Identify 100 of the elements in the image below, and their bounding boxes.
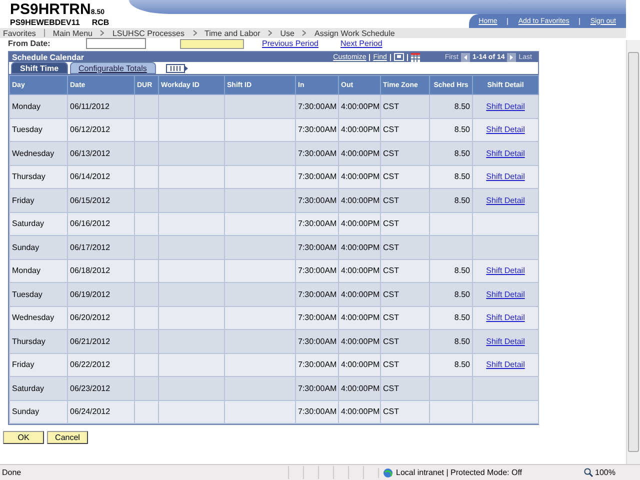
next-icon[interactable] [506,52,516,62]
table-cell: Tuesday [10,282,68,306]
form-button[interactable]: Cancel [47,431,88,444]
breadcrumb-item[interactable]: Main Menu [52,28,92,38]
table-cell: 7:30:00AM [296,118,338,142]
table-cell: 7:30:00AM [296,306,338,330]
table-cell: Thursday [10,330,68,353]
table-cell: CST [380,282,430,306]
table-cell: Sunday [10,236,68,259]
table-cell: CST [380,142,430,165]
magnifier-icon[interactable] [584,468,593,477]
previous-period-link[interactable]: Previous Period [262,39,318,48]
table-cell: Friday [10,353,68,376]
show-all-columns-icon[interactable] [166,64,188,73]
field-label: From Date: [8,39,52,48]
table-cell: CST [380,353,430,376]
table-cell: CST [380,259,430,282]
table-cell: Tuesday [10,118,68,142]
table-cell: 8.50 [430,142,472,165]
table-cell: CST [380,376,430,400]
chevron-icon [302,30,306,36]
table-cell: Wednesday [10,306,68,330]
table-cell: CST [380,94,430,118]
table-cell: 06/12/2012 [68,118,134,142]
security-zone-text: Local intranet | Protected Mode: Off [396,468,522,477]
table-cell: Thursday [10,165,68,188]
table-cell: CST [380,212,430,236]
table-cell: Friday [10,188,68,212]
grid-title: Schedule Calendar [12,52,84,62]
previous-icon[interactable] [461,52,470,62]
zoom-level[interactable]: 100% [595,468,616,477]
table-cell: Sunday [10,400,68,424]
scrollbar[interactable] [626,40,640,464]
tab[interactable]: Configurable Totals [70,62,156,74]
table-cell: 06/22/2012 [68,353,134,376]
table-cell: 4:00:00PM [338,142,380,165]
table-cell: 06/24/2012 [68,400,134,424]
app-title: PS9HRTRN [10,1,91,18]
breadcrumb-item[interactable]: LSUHSC Processes [112,28,185,38]
breadcrumb-item[interactable]: Use [280,28,294,38]
table-cell: 06/15/2012 [68,188,134,212]
next-period-link[interactable]: Next Period [340,39,382,48]
table-cell: Wednesday [10,142,68,165]
table-cell: 7:30:00AM [296,400,338,424]
breadcrumb-item[interactable]: Time and Labor [204,28,260,38]
table-cell: 06/17/2012 [68,236,134,259]
table-cell: 4:00:00PM [338,118,380,142]
table-cell: 4:00:00PM [338,330,380,353]
table-cell: 7:30:00AM [296,259,338,282]
table-cell: 06/19/2012 [68,282,134,306]
table-cell: Saturday [10,212,68,236]
table-cell: 06/16/2012 [68,212,134,236]
spreadsheet-icon[interactable] [410,52,420,62]
table-cell: Monday [10,259,68,282]
table-cell: CST [380,188,430,212]
table-cell: 7:30:00AM [296,212,338,236]
tab[interactable]: Shift Time [11,62,68,74]
chevron-icon [192,30,197,36]
table-cell: 4:00:00PM [338,400,380,424]
table-cell: CST [380,165,430,188]
table-cell: 8.50 [430,259,472,282]
breadcrumb-item[interactable]: Favorites [3,28,36,38]
table-cell: 7:30:00AM [296,330,338,353]
table-cell: 7:30:00AM [296,188,338,212]
table-cell: 4:00:00PM [338,236,380,259]
table-cell: 7:30:00AM [296,94,338,118]
table-cell: 06/21/2012 [68,330,134,353]
table-cell: 06/11/2012 [68,94,134,118]
table-cell: CST [380,118,430,142]
globe-icon [383,468,393,478]
table-cell: 8.50 [430,282,472,306]
form-button[interactable]: OK [3,431,44,444]
table-cell: 4:00:00PM [338,165,380,188]
table-cell: 8.50 [430,306,472,330]
status-text: Done [2,468,22,477]
action-button[interactable] [180,38,244,48]
table-cell: 06/14/2012 [68,165,134,188]
view-all-icon[interactable] [394,53,404,61]
table-cell: 7:30:00AM [296,282,338,306]
table-cell: CST [380,236,430,259]
table-cell: 7:30:00AM [296,142,338,165]
table-cell: 8.50 [430,94,472,118]
table-cell: Saturday [10,376,68,400]
table-cell: 7:30:00AM [296,165,338,188]
chevron-icon [100,30,104,36]
breadcrumb-item[interactable]: Assign Work Schedule [314,28,395,38]
table-cell: CST [380,400,430,424]
table-cell: 06/23/2012 [68,376,134,400]
table-cell: 06/20/2012 [68,306,134,330]
table-cell: 4:00:00PM [338,282,380,306]
table-cell: CST [380,330,430,353]
table-cell: 7:30:00AM [296,236,338,259]
table-cell: 4:00:00PM [338,94,380,118]
chevron-icon [268,30,272,36]
table-cell: 7:30:00AM [296,376,338,400]
table-cell: 4:00:00PM [338,306,380,330]
table-cell: 8.50 [430,330,472,353]
table-cell: 8.50 [430,353,472,376]
table-cell: 4:00:00PM [338,353,380,376]
date-field[interactable] [86,38,146,49]
